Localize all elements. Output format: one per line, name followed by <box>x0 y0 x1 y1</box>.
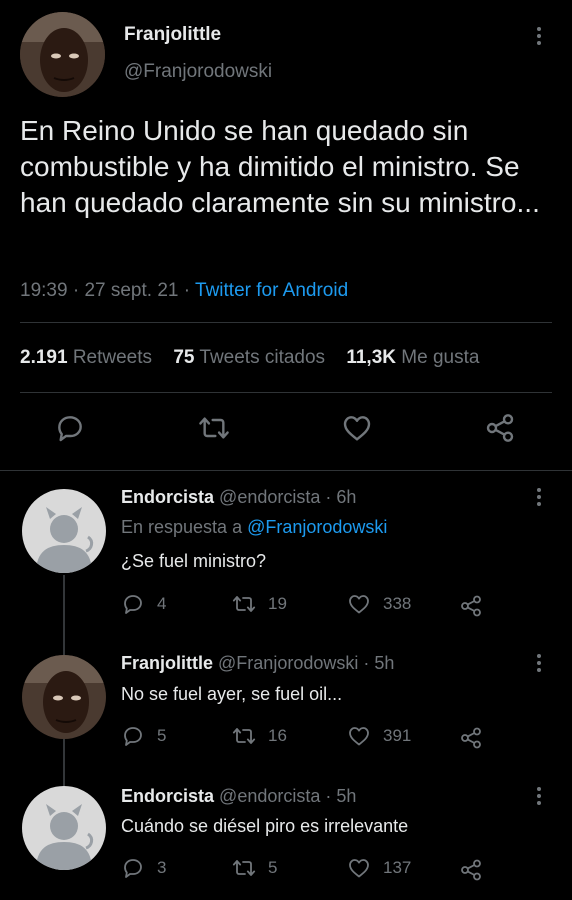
retweet-icon <box>232 728 256 744</box>
avatar[interactable] <box>22 786 106 870</box>
reply-age[interactable]: 5h <box>374 653 394 673</box>
author-avatar[interactable] <box>20 12 105 97</box>
main-tweet: Franjolittle @Franjorodowski En Reino Un… <box>0 0 572 470</box>
reply-text: No se fuel ayer, se fuel oil... <box>121 684 343 704</box>
retweet-count: 16 <box>268 726 287 745</box>
tweet-stats: 2.191 Retweets 75 Tweets citados 11,3K M… <box>20 347 479 369</box>
retweet-action[interactable]: 16 <box>232 724 287 748</box>
header-separator: · <box>363 653 370 673</box>
like-action[interactable]: 137 <box>347 856 411 880</box>
reply-tweet[interactable]: Franjolittle @Franjorodowski · 5h No se … <box>0 633 572 768</box>
reply-author-name[interactable]: Franjolittle <box>121 653 213 673</box>
reply-to-prefix: En respuesta a <box>121 517 243 537</box>
reply-text: ¿Se fuel ministro? <box>121 551 267 571</box>
reply-action[interactable]: 4 <box>121 592 166 616</box>
tweet-source[interactable]: Twitter for Android <box>195 280 348 301</box>
reply-icon <box>124 727 142 746</box>
retweet-action[interactable]: 19 <box>232 592 287 616</box>
reply-actions: 3 5 137 <box>121 856 541 884</box>
reply-author-handle[interactable]: @endorcista <box>219 487 320 507</box>
retweet-count: 19 <box>268 594 287 613</box>
thread-line <box>63 768 65 786</box>
reply-count: 5 <box>157 726 167 745</box>
reply-action[interactable]: 3 <box>121 856 166 880</box>
reply-header: Franjolittle @Franjorodowski · 5h <box>121 653 394 674</box>
like-count: 137 <box>383 858 412 877</box>
divider <box>20 322 552 323</box>
avatar[interactable] <box>22 655 106 739</box>
retweet-icon[interactable] <box>198 412 230 444</box>
reply-actions: 5 16 391 <box>121 724 541 752</box>
share-icon[interactable] <box>459 726 483 750</box>
like-action[interactable]: 391 <box>347 724 411 748</box>
reply-author-name[interactable]: Endorcista <box>121 786 214 806</box>
reply-to-line: En respuesta a @Franjorodowski <box>121 517 387 538</box>
header-separator: · <box>325 487 332 507</box>
reply-author-handle[interactable]: @Franjorodowski <box>218 653 358 673</box>
reply-text: Cuándo se diésel piro es irrelevante <box>121 816 409 836</box>
retweet-count: 5 <box>268 858 278 877</box>
more-icon[interactable] <box>536 488 542 509</box>
like-icon <box>349 727 369 746</box>
like-icon <box>349 859 369 878</box>
tweet-actions <box>0 412 572 452</box>
quotes-stat[interactable]: 75 Tweets citados <box>173 347 325 368</box>
reply-tweet[interactable]: Endorcista @endorcista · 5h Cuándo se di… <box>0 768 572 900</box>
tweet-meta: 19:39 · 27 sept. 21 · Twitter for Androi… <box>20 280 348 302</box>
share-icon[interactable] <box>459 858 483 882</box>
reply-age[interactable]: 5h <box>336 786 356 806</box>
reply-author-handle[interactable]: @endorcista <box>219 786 320 806</box>
reply-header: Endorcista @endorcista · 6h <box>121 487 356 508</box>
author-handle[interactable]: @Franjorodowski <box>124 61 272 83</box>
reply-header: Endorcista @endorcista · 5h <box>121 786 356 807</box>
meta-separator: · <box>183 280 191 301</box>
tweet-text: En Reino Unido se han quedado sin combus… <box>20 115 540 218</box>
thread-line <box>63 575 65 633</box>
reply-count: 3 <box>157 858 167 877</box>
share-icon[interactable] <box>484 412 516 444</box>
retweet-icon <box>232 596 256 612</box>
reply-icon <box>124 595 142 614</box>
more-icon[interactable] <box>536 27 542 48</box>
retweet-icon <box>232 860 256 876</box>
retweets-stat[interactable]: 2.191 Retweets <box>20 347 152 368</box>
divider <box>20 392 552 393</box>
like-count: 391 <box>383 726 412 745</box>
avatar[interactable] <box>22 489 106 573</box>
like-icon[interactable] <box>341 412 373 444</box>
author-name[interactable]: Franjolittle <box>124 24 221 46</box>
reply-action[interactable]: 5 <box>121 724 166 748</box>
reply-author-name[interactable]: Endorcista <box>121 487 214 507</box>
header-separator: · <box>325 786 332 806</box>
retweet-action[interactable]: 5 <box>232 856 277 880</box>
thread-line <box>63 633 65 655</box>
reply-icon <box>124 859 142 878</box>
more-icon[interactable] <box>536 654 542 675</box>
reply-age[interactable]: 6h <box>336 487 356 507</box>
more-icon[interactable] <box>536 787 542 808</box>
reply-count: 4 <box>157 594 167 613</box>
thread-line <box>63 739 65 768</box>
reply-tweet[interactable]: Endorcista @endorcista · 6h En respuesta… <box>0 471 572 633</box>
reply-icon[interactable] <box>54 412 86 444</box>
reply-actions: 4 19 338 <box>121 592 541 620</box>
share-icon[interactable] <box>459 594 483 618</box>
meta-separator: · <box>72 280 80 301</box>
likes-stat[interactable]: 11,3K Me gusta <box>346 347 479 368</box>
like-icon <box>349 595 369 614</box>
tweet-date[interactable]: 27 sept. 21 <box>84 280 178 301</box>
tweet-time: 19:39 <box>20 280 68 301</box>
reply-to-handle[interactable]: @Franjorodowski <box>247 517 387 537</box>
like-count: 338 <box>383 594 412 613</box>
like-action[interactable]: 338 <box>347 592 411 616</box>
